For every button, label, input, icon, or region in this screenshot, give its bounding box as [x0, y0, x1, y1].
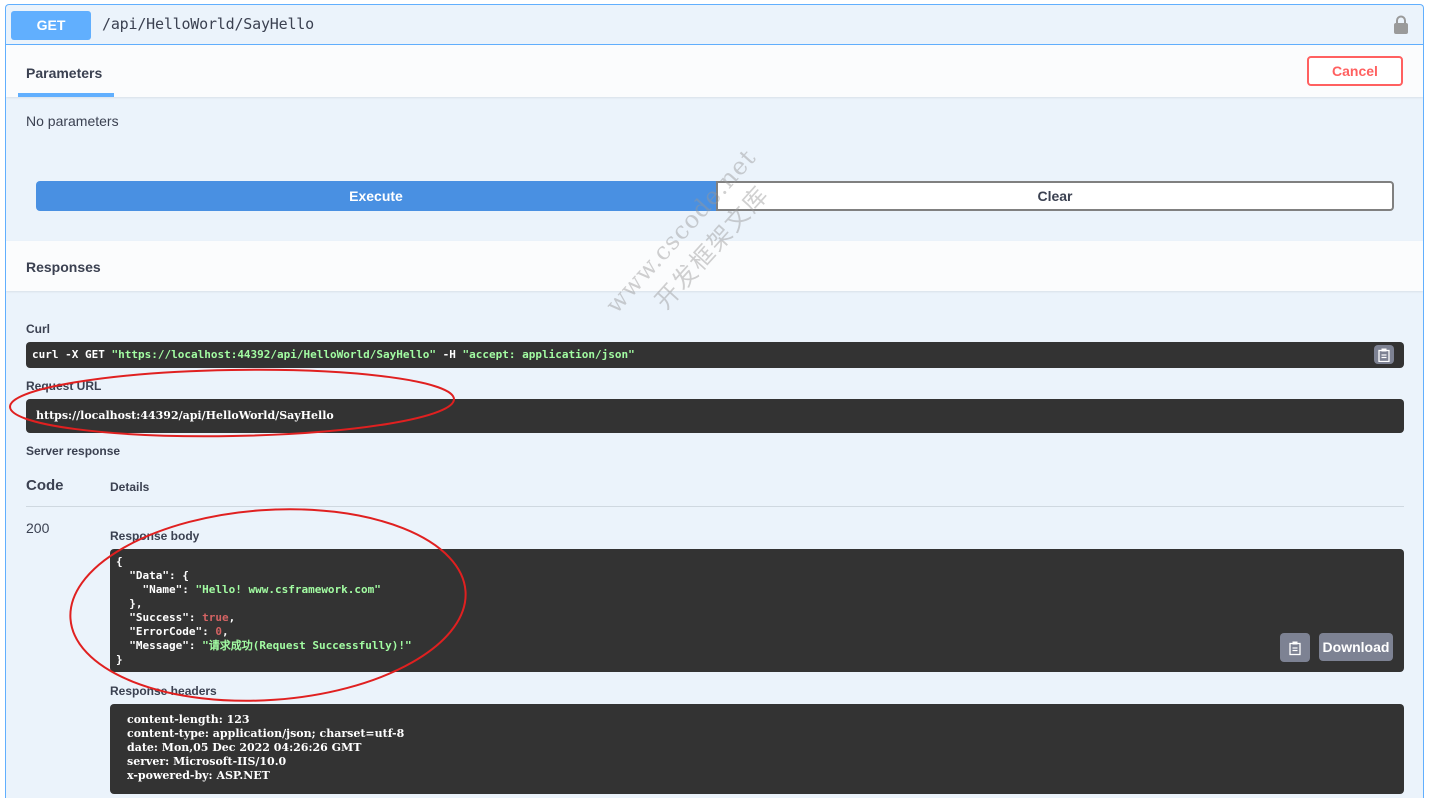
- parameters-tab[interactable]: Parameters: [26, 65, 102, 81]
- curl-command: curl -X GET "https://localhost:44392/api…: [32, 348, 635, 361]
- request-url-label: Request URL: [26, 379, 102, 393]
- responses-header: Responses: [6, 241, 1423, 291]
- json-comma: ,: [228, 611, 236, 624]
- response-body-block[interactable]: { "Data": { "Name": "Hello! www.csframew…: [110, 549, 1404, 672]
- execute-wrapper: Execute Clear: [36, 181, 1394, 211]
- json-key: "Message":: [116, 639, 203, 652]
- header-line: content-length: 123: [127, 713, 250, 726]
- json-string: "请求成功(Request Successfully)!": [202, 639, 412, 652]
- cancel-button[interactable]: Cancel: [1307, 56, 1403, 86]
- json-number: 0: [215, 625, 222, 638]
- header-line: x-powered-by: ASP.NET: [127, 769, 270, 782]
- json-boolean: true: [202, 611, 229, 624]
- details-column-header: Details: [110, 480, 150, 494]
- json-key: "Success":: [116, 611, 203, 624]
- clipboard-copy-icon: [1378, 348, 1390, 362]
- header-line: content-type: application/json; charset=…: [127, 727, 405, 740]
- parameters-header: Parameters Cancel: [6, 45, 1423, 97]
- responses-title: Responses: [26, 259, 101, 275]
- request-url: https://localhost:44392/api/HelloWorld/S…: [36, 409, 334, 422]
- curl-label: Curl: [26, 322, 50, 336]
- operation-summary[interactable]: GET /api/HelloWorld/SayHello: [6, 5, 1423, 45]
- copy-curl-button[interactable]: [1374, 345, 1394, 364]
- curl-header: "accept: application/json": [462, 348, 635, 361]
- json-comma: ,: [221, 625, 229, 638]
- status-code: 200: [26, 520, 50, 536]
- clear-button[interactable]: Clear: [716, 181, 1394, 211]
- execute-button[interactable]: Execute: [36, 181, 716, 211]
- json-key: "Name":: [116, 583, 196, 596]
- http-method-badge: GET: [11, 11, 91, 40]
- response-headers-list: content-length: 123 content-type: applic…: [127, 713, 404, 783]
- copy-body-button[interactable]: [1280, 633, 1310, 662]
- json-key: "ErrorCode":: [116, 625, 216, 638]
- curl-flag: -H: [436, 348, 463, 361]
- curl-command-block[interactable]: curl -X GET "https://localhost:44392/api…: [26, 342, 1404, 368]
- no-parameters-text: No parameters: [26, 113, 119, 129]
- json-line: {: [116, 555, 123, 568]
- json-string: "Hello! www.csframework.com": [195, 583, 381, 596]
- lock-icon[interactable]: [1393, 15, 1409, 35]
- curl-prefix: curl -X GET: [32, 348, 112, 361]
- response-headers-block: content-length: 123 content-type: applic…: [110, 704, 1404, 794]
- server-response-label: Server response: [26, 444, 121, 458]
- response-headers-label: Response headers: [110, 684, 217, 698]
- response-body-json: { "Data": { "Name": "Hello! www.csframew…: [116, 555, 412, 667]
- clipboard-copy-icon: [1289, 641, 1301, 655]
- json-line: }: [116, 653, 123, 666]
- header-line: date: Mon,05 Dec 2022 04:26:26 GMT: [127, 741, 362, 754]
- table-divider: [26, 506, 1404, 507]
- download-button[interactable]: Download: [1319, 633, 1393, 661]
- operation-block: GET /api/HelloWorld/SayHello Parameters …: [5, 4, 1424, 798]
- response-body-label: Response body: [110, 529, 200, 543]
- header-line: server: Microsoft-IIS/10.0: [127, 755, 287, 768]
- json-line: "Data": {: [116, 569, 189, 582]
- endpoint-path: /api/HelloWorld/SayHello: [102, 15, 314, 33]
- active-tab-indicator: [18, 93, 114, 97]
- curl-url: "https://localhost:44392/api/HelloWorld/…: [111, 348, 436, 361]
- json-line: },: [116, 597, 143, 610]
- code-column-header: Code: [26, 477, 64, 494]
- request-url-block: https://localhost:44392/api/HelloWorld/S…: [26, 399, 1404, 433]
